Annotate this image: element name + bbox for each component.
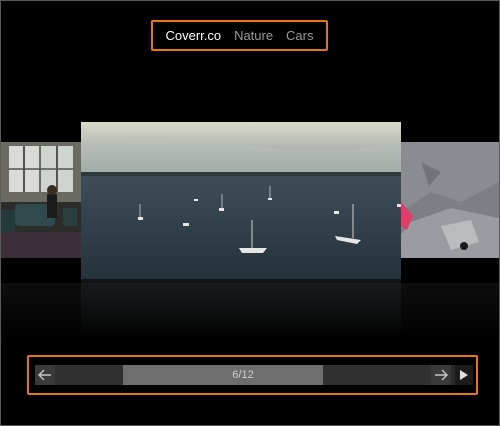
lake-boats-image [81, 122, 401, 279]
control-bar: 6/12 [35, 365, 473, 385]
nav-item-nature[interactable]: Nature [234, 28, 273, 43]
interior-image [1, 142, 81, 258]
nav-item-cars[interactable]: Cars [286, 28, 313, 43]
app-frame: Coverr.co Nature Cars 6/12 [0, 0, 500, 426]
top-navigation: Coverr.co Nature Cars [151, 20, 328, 51]
play-button[interactable] [455, 365, 473, 385]
slide-reflection [81, 279, 401, 339]
slide-next[interactable] [401, 142, 499, 258]
next-button[interactable] [431, 365, 451, 385]
abstract-image [401, 142, 499, 258]
arrow-right-icon [435, 369, 448, 381]
arrow-left-icon [38, 369, 51, 381]
play-icon [460, 370, 468, 380]
slide-counter: 6/12 [232, 369, 254, 381]
nav-item-coverr[interactable]: Coverr.co [165, 28, 221, 43]
carousel-controls: 6/12 [27, 355, 478, 395]
slide-previous[interactable] [1, 142, 81, 258]
slide-current[interactable] [81, 122, 401, 279]
prev-button[interactable] [35, 365, 55, 385]
